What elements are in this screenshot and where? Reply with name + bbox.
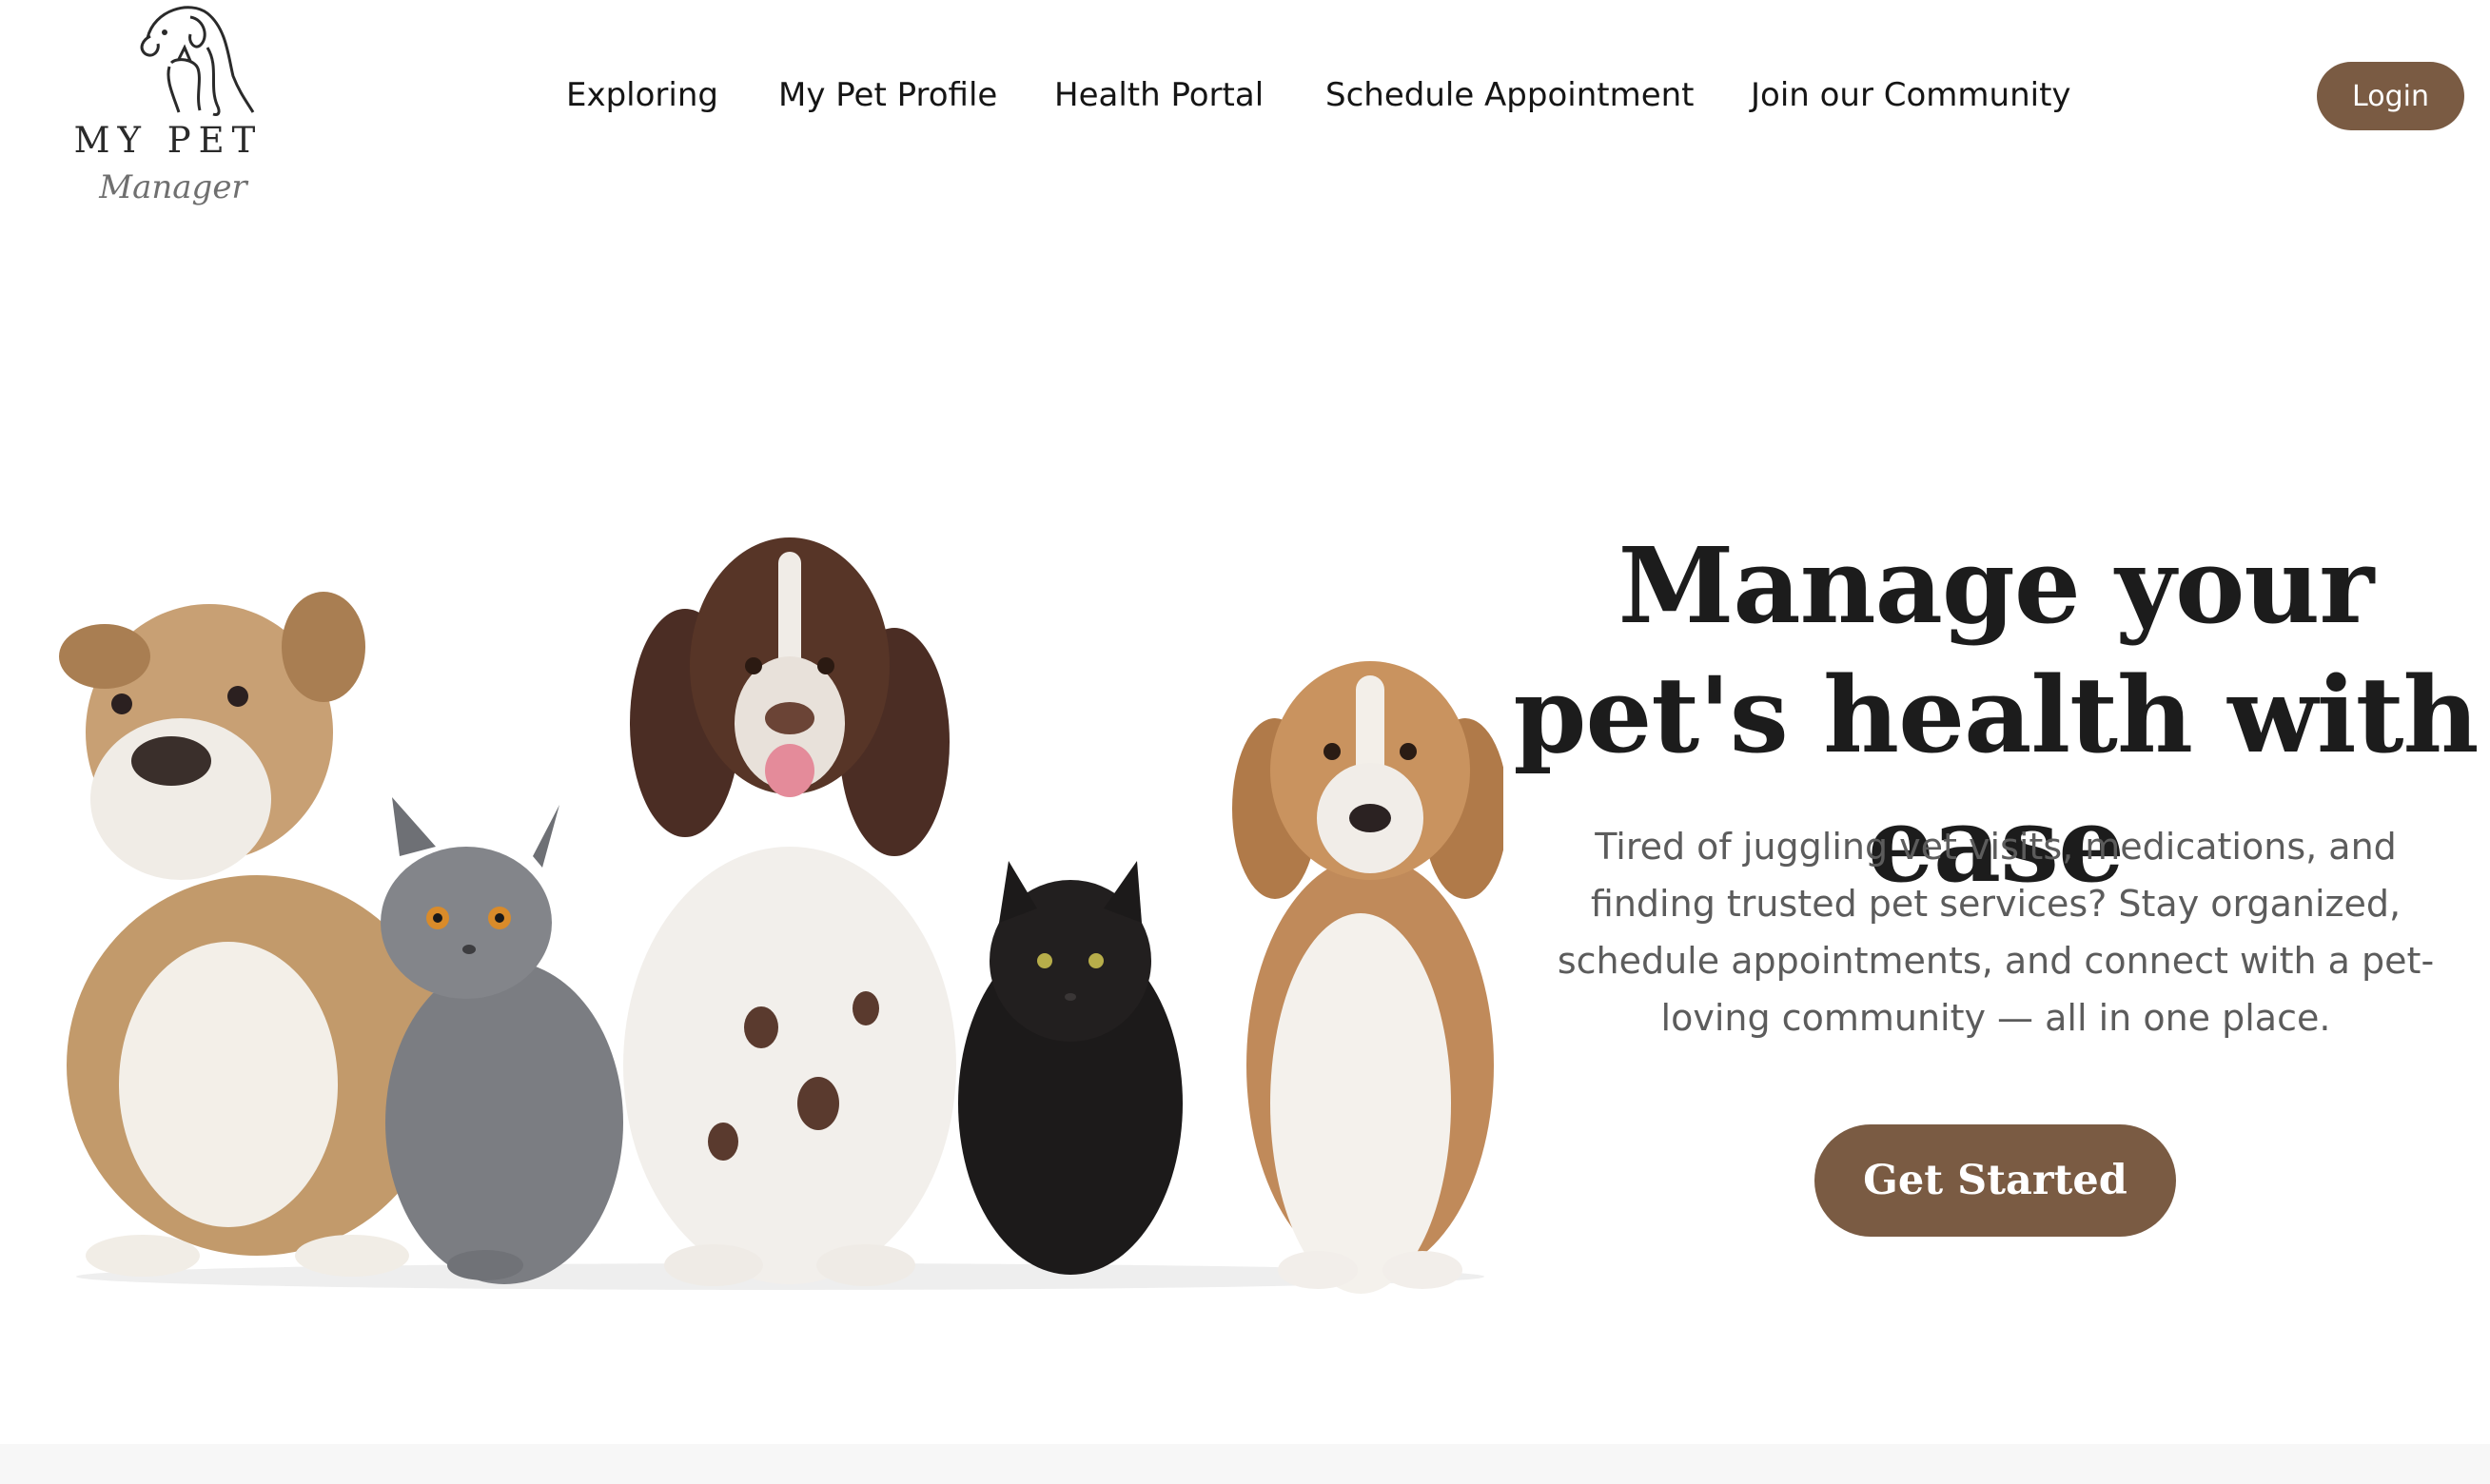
logo-line1: MY PET [74,120,264,161]
login-button[interactable]: Login [2317,62,2464,130]
main-navigation: Exploring My Pet Profile Health Portal S… [0,70,2490,120]
nav-item-exploring[interactable]: Exploring [566,70,718,120]
hero-subtitle: Tired of juggling vet visits, medication… [1557,826,2435,1039]
get-started-button[interactable]: Get Started [1814,1124,2176,1237]
nav-item-join-community[interactable]: Join our Community [1751,70,2071,120]
grey-cat-image [381,797,623,1284]
spaniel-image [623,537,956,1286]
pets-group-image [38,533,1508,1294]
nav-item-health-portal[interactable]: Health Portal [1054,70,1264,120]
logo-line2: Manager [98,168,248,206]
black-cat-image [958,861,1183,1275]
nav-item-my-pet-profile[interactable]: My Pet Profile [778,70,997,120]
nav-item-schedule-appointment[interactable]: Schedule Appointment [1325,70,1695,120]
beagle-image [1232,661,1508,1294]
page-bottom-divider [0,1444,2490,1484]
